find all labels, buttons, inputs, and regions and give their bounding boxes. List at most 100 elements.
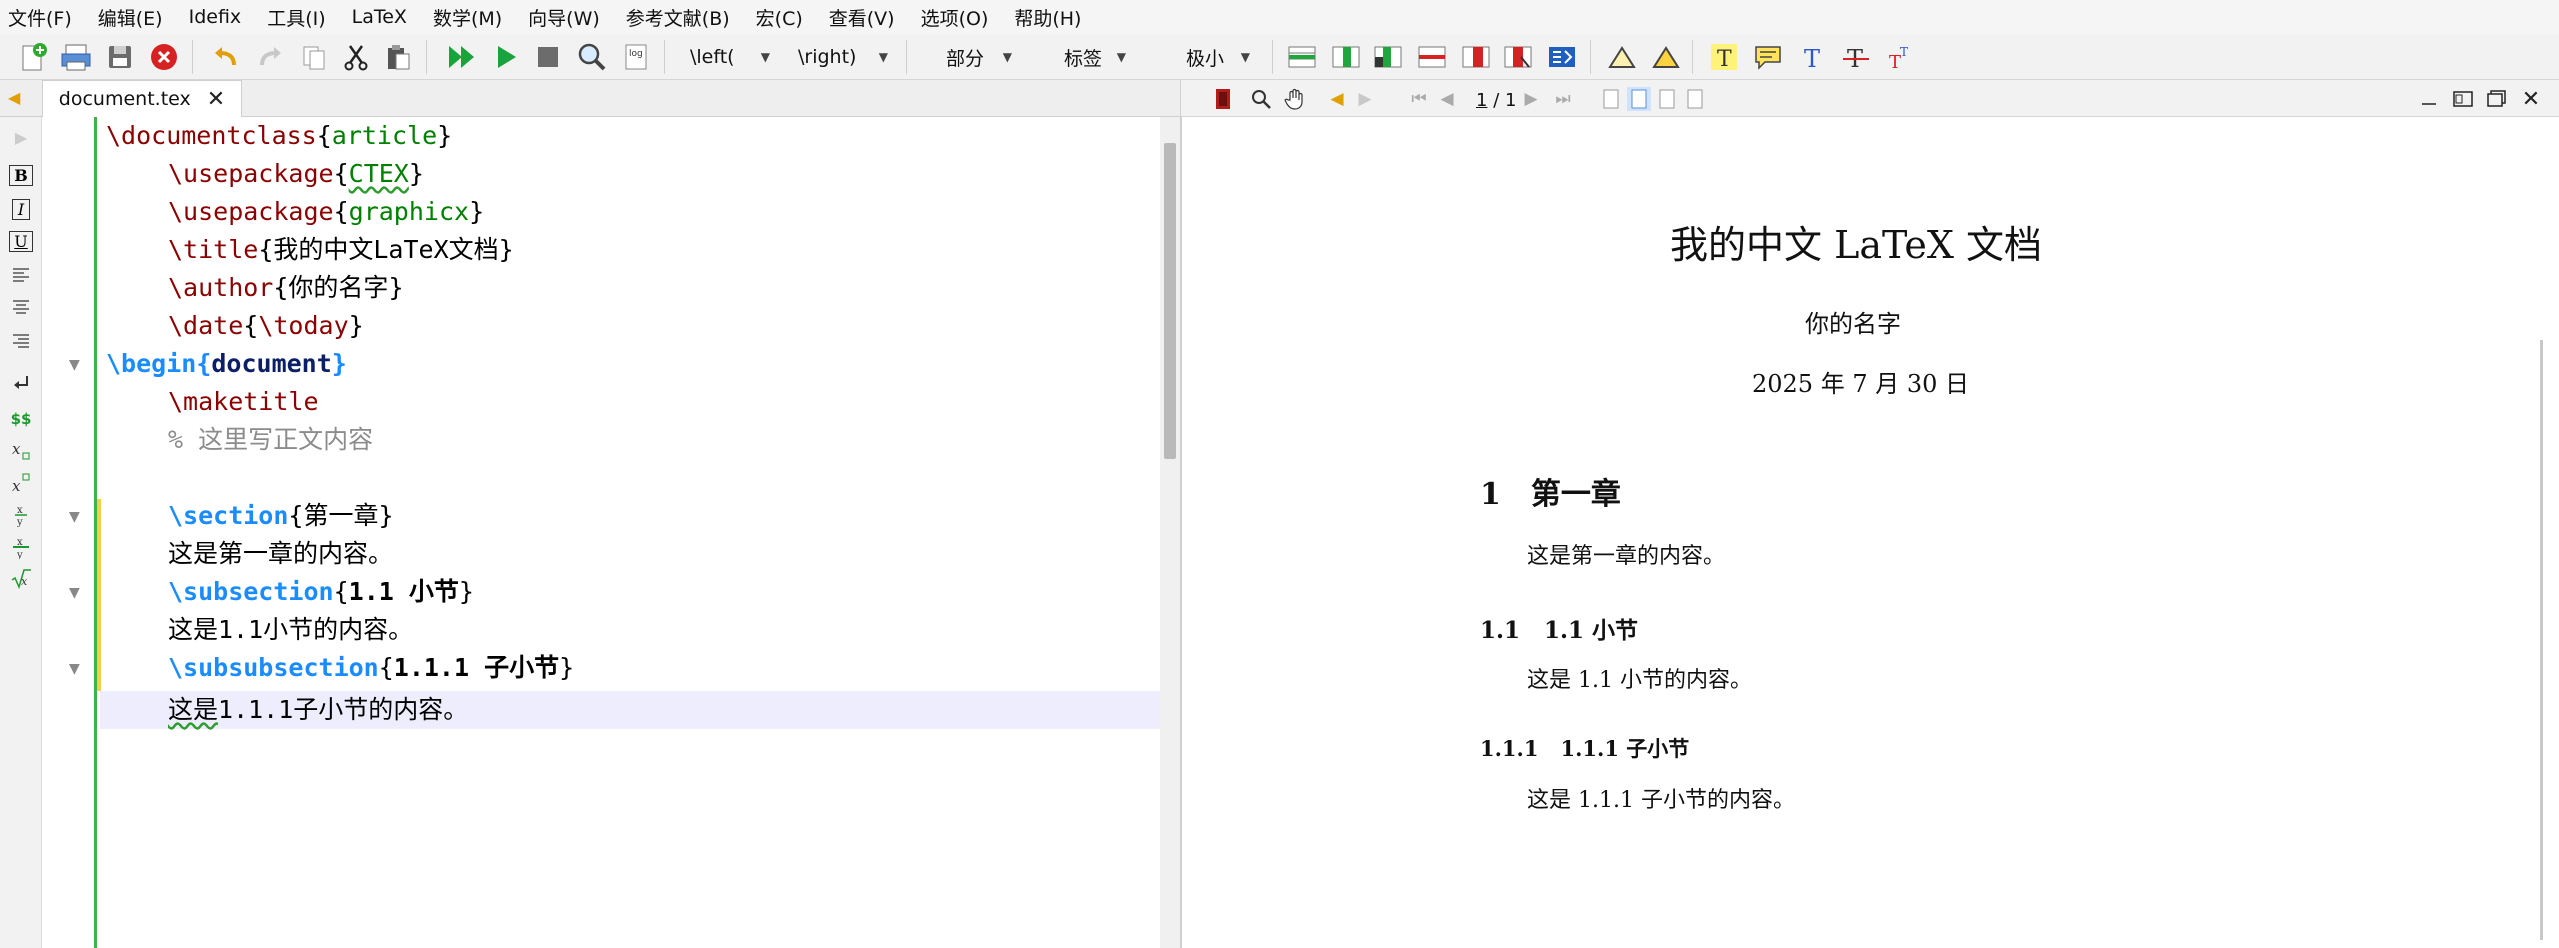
previous-page-icon[interactable]: ◀ — [1435, 87, 1459, 111]
part-dropdown[interactable]: 部分 ▼ — [922, 40, 1022, 74]
single-page-icon[interactable] — [1599, 87, 1623, 111]
back-arrow-icon[interactable]: ◀ — [8, 88, 20, 107]
pdf-subsection-heading: 1.1 1.1 小节 — [1480, 617, 1639, 644]
chevron-down-icon: ▼ — [1116, 50, 1126, 64]
right-delimiter-dropdown[interactable]: \right) ▼ — [788, 40, 898, 74]
close-icon[interactable]: ✕ — [2519, 87, 2543, 112]
italic-icon[interactable]: I — [8, 197, 34, 221]
code-editor[interactable]: ▼ ▼ ▼ ▼ \documentclass{article} \usepack… — [42, 117, 1195, 948]
table-insert-column-icon[interactable] — [1372, 41, 1404, 73]
editor-scrollbar[interactable] — [1160, 117, 1180, 948]
menu-idefix[interactable]: Idefix — [189, 6, 242, 28]
back-arrow-icon[interactable]: ◀ — [1325, 87, 1349, 111]
metapost-triangle-icon[interactable] — [1650, 41, 1682, 73]
table-remove-column-icon[interactable] — [1460, 41, 1492, 73]
label-dropdown[interactable]: 标签 ▼ — [1036, 40, 1136, 74]
print-icon[interactable] — [60, 41, 92, 73]
maximize-icon[interactable] — [2485, 87, 2509, 111]
tab-document-tex[interactable]: document.tex ✕ — [42, 80, 242, 117]
menu-edit[interactable]: 编辑(E) — [98, 4, 163, 31]
menu-file[interactable]: 文件(F) — [8, 4, 72, 31]
strikethrough-text-icon[interactable]: T — [1840, 41, 1872, 73]
minimize-icon[interactable] — [2417, 87, 2441, 111]
fold-arrow-icon[interactable]: ▼ — [69, 357, 80, 373]
hand-tool-icon[interactable] — [1283, 87, 1307, 111]
facing-pages-icon[interactable] — [1655, 87, 1679, 111]
code-line-8: \maketitle — [168, 387, 319, 416]
page-indicator[interactable]: 1 / 1 — [1476, 90, 1516, 111]
text-format-icon[interactable]: T — [1708, 41, 1740, 73]
editor-scrollbar-thumb[interactable] — [1164, 143, 1176, 459]
menu-bar: 文件(F) 编辑(E) Idefix 工具(I) LaTeX 数学(M) 向导(… — [0, 0, 2559, 34]
svg-text:x: x — [12, 440, 21, 458]
stop-icon[interactable] — [532, 41, 564, 73]
view-pdf-icon[interactable] — [576, 41, 608, 73]
menu-wizards[interactable]: 向导(W) — [528, 4, 600, 31]
close-icon[interactable]: ✕ — [207, 87, 225, 112]
menu-math[interactable]: 数学(M) — [433, 4, 502, 31]
view-log-icon[interactable]: log — [620, 41, 652, 73]
table-remove-row-icon[interactable] — [1416, 41, 1448, 73]
menu-tools[interactable]: 工具(I) — [267, 4, 325, 31]
last-page-icon[interactable]: ⏭ — [1551, 87, 1575, 111]
pdf-scrollbar[interactable] — [2540, 340, 2543, 940]
comment-icon[interactable] — [1752, 41, 1784, 73]
next-page-icon[interactable]: ▶ — [1519, 87, 1543, 111]
formatting-side-panel: ▶ B I U $$ x x xy xy x — [0, 117, 42, 948]
table-add-column-icon[interactable] — [1330, 41, 1362, 73]
forward-arrow-icon[interactable]: ▶ — [1353, 87, 1377, 111]
book-view-icon[interactable] — [1683, 87, 1707, 111]
pdf-viewer[interactable]: 我的中文 LaTeX 文档 你的名字 2025 年 7 月 30 日 1 第一章 … — [1180, 117, 2559, 948]
inline-math-icon[interactable]: $$ — [8, 407, 34, 431]
menu-macros[interactable]: 宏(C) — [756, 4, 803, 31]
build-and-view-icon[interactable] — [446, 41, 478, 73]
cut-icon[interactable] — [340, 41, 372, 73]
svg-text:x: x — [12, 477, 21, 494]
close-file-icon[interactable] — [148, 41, 180, 73]
new-file-icon[interactable] — [18, 41, 50, 73]
undo-icon[interactable] — [210, 41, 242, 73]
code-line-11: \section{第一章} — [168, 501, 394, 530]
bold-icon[interactable]: B — [8, 163, 34, 187]
save-icon[interactable] — [104, 41, 136, 73]
fold-arrow-icon[interactable]: ▼ — [69, 585, 80, 601]
redo-icon[interactable] — [254, 41, 286, 73]
align-center-icon[interactable] — [8, 295, 34, 319]
table-add-row-icon[interactable] — [1286, 41, 1318, 73]
pdf-viewer-toolbar: ◀ ▶ ⏮ ◀ ▶ ⏭ ✕ — [1180, 80, 2559, 117]
menu-help[interactable]: 帮助(H) — [1014, 4, 1081, 31]
first-page-icon[interactable]: ⏮ — [1407, 87, 1431, 111]
pstricks-triangle-icon[interactable] — [1606, 41, 1638, 73]
table-cut-column-icon[interactable] — [1502, 41, 1534, 73]
left-delimiter-dropdown[interactable]: \left(▼ — [680, 40, 780, 74]
fraction-icon[interactable]: xy — [8, 503, 34, 527]
newline-icon[interactable] — [8, 371, 34, 395]
compile-icon[interactable] — [490, 41, 522, 73]
chevron-down-icon: ▼ — [878, 50, 888, 64]
subscript-icon[interactable]: x — [8, 439, 34, 463]
dfrac-icon[interactable]: xy — [8, 535, 34, 559]
menu-options[interactable]: 选项(O) — [921, 4, 989, 31]
embed-window-icon[interactable] — [2451, 87, 2475, 111]
size-dropdown[interactable]: 极小 ▼ — [1150, 40, 1260, 74]
fold-arrow-icon[interactable]: ▼ — [69, 661, 80, 677]
pdf-document-icon[interactable] — [1211, 87, 1235, 111]
align-left-icon[interactable] — [8, 263, 34, 287]
text-typewriter-icon[interactable]: T — [1796, 41, 1828, 73]
sqrt-icon[interactable]: x — [8, 567, 34, 591]
copy-icon[interactable] — [298, 41, 330, 73]
continuous-page-icon[interactable] — [1627, 87, 1651, 111]
forward-arrow-icon[interactable]: ▶ — [8, 125, 34, 149]
menu-latex[interactable]: LaTeX — [352, 6, 407, 28]
table-align-icon[interactable] — [1546, 41, 1578, 73]
menu-view[interactable]: 查看(V) — [829, 4, 895, 31]
superscript-text-icon[interactable]: TT — [1884, 41, 1916, 73]
menu-bibliography[interactable]: 参考文献(B) — [626, 4, 730, 31]
pdf-subsubsection-body: 这是 1.1.1 子小节的内容。 — [1527, 788, 1795, 813]
fold-arrow-icon[interactable]: ▼ — [69, 509, 80, 525]
superscript-icon[interactable]: x — [8, 471, 34, 495]
zoom-icon[interactable] — [1249, 87, 1273, 111]
underline-icon[interactable]: U — [8, 229, 34, 253]
align-right-icon[interactable] — [8, 329, 34, 353]
paste-icon[interactable] — [382, 41, 414, 73]
